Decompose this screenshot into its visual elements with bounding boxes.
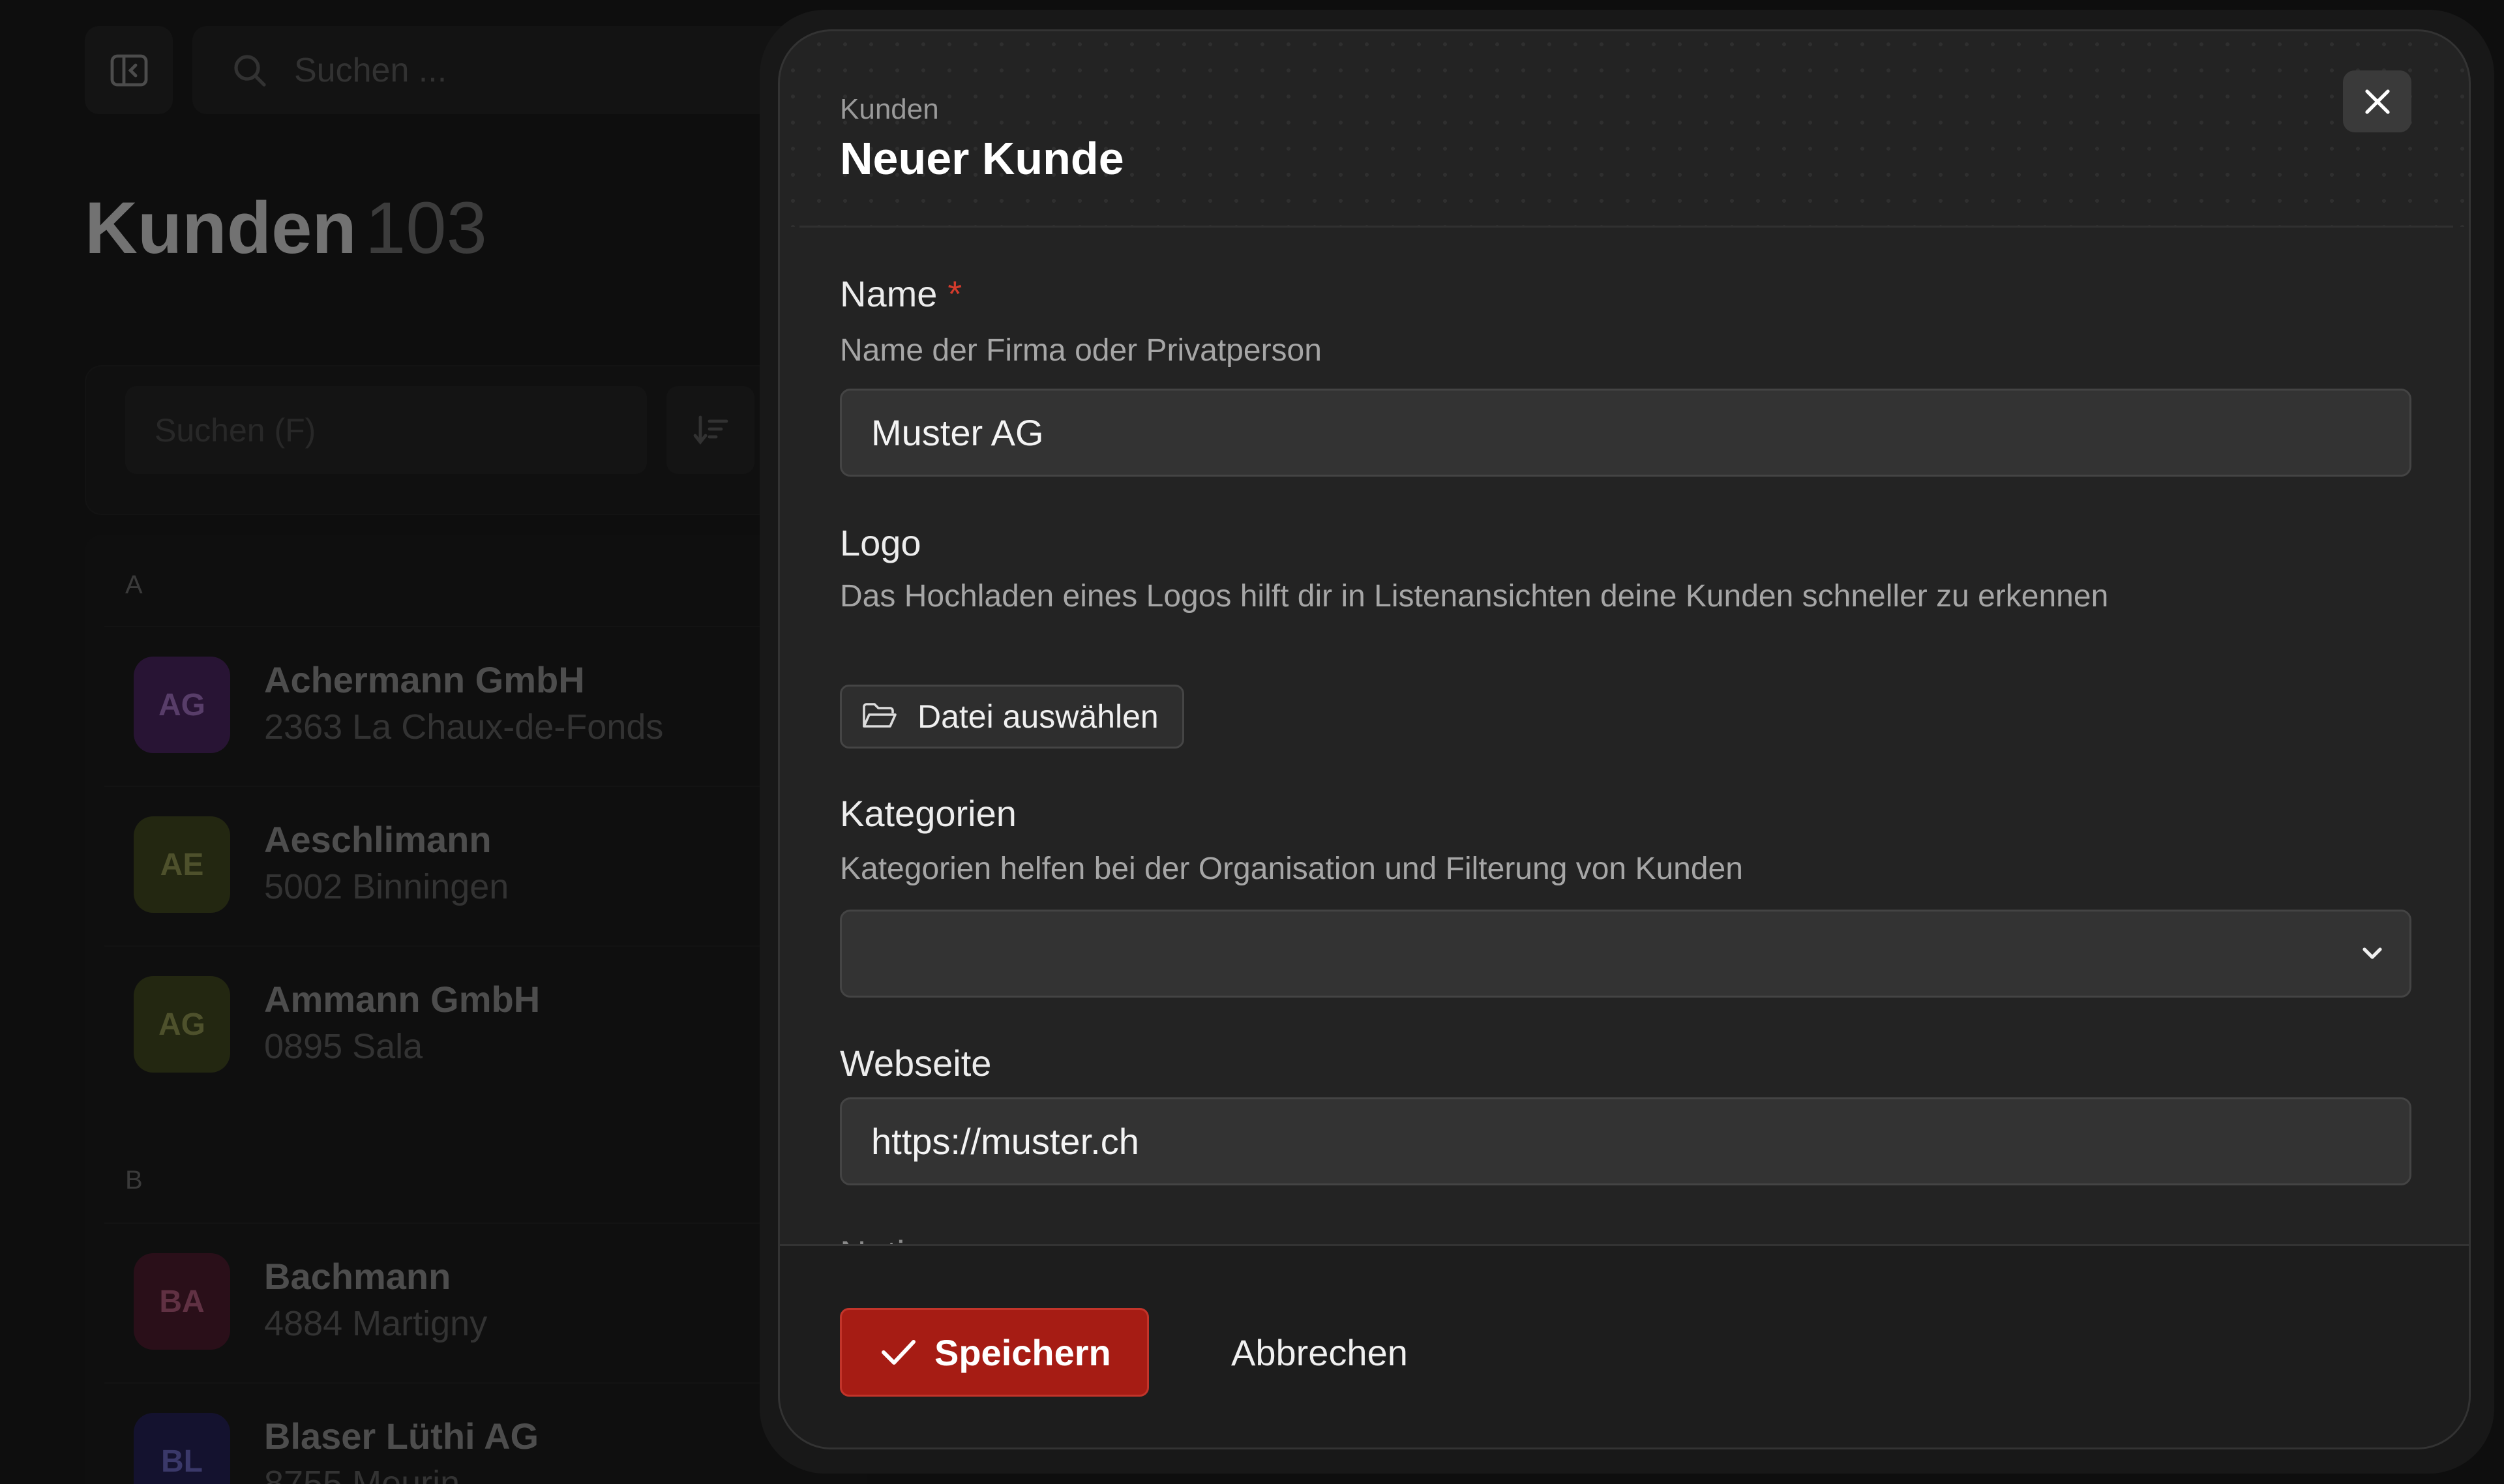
website-label: Webseite	[840, 1043, 992, 1084]
modal-title: Neuer Kunde	[840, 133, 1124, 184]
new-customer-dialog: Kunden Neuer Kunde Name * Name der Firma …	[778, 29, 2471, 1449]
folder-open-icon	[863, 703, 897, 728]
categories-select[interactable]	[840, 910, 2411, 998]
modal-header: Kunden Neuer Kunde	[780, 31, 2469, 227]
logo-label: Logo	[840, 522, 921, 563]
logo-help: Das Hochladen eines Logos hilft dir in L…	[840, 579, 2109, 614]
header-divider	[799, 226, 2453, 228]
name-label-text: Name	[840, 273, 938, 314]
name-help: Name der Firma oder Privatperson	[840, 333, 1322, 368]
chevron-down-icon	[2362, 947, 2382, 959]
breadcrumb: Kunden	[840, 93, 939, 125]
required-mark: *	[947, 273, 962, 314]
save-button[interactable]: Speichern	[840, 1308, 1149, 1397]
close-button[interactable]	[2343, 70, 2411, 132]
modal-footer: Speichern Abbrechen	[780, 1244, 2469, 1447]
check-icon	[882, 1340, 916, 1365]
website-input[interactable]: https://muster.ch	[840, 1097, 2411, 1185]
screen: Suchen ... Kunden 103 Suchen (F) A AG Ac…	[0, 0, 2504, 1484]
categories-label: Kategorien	[840, 793, 1017, 834]
choose-file-label: Datei auswählen	[917, 698, 1159, 735]
categories-help: Kategorien helfen bei der Organisation u…	[840, 852, 1743, 886]
name-label: Name *	[840, 273, 962, 315]
name-input[interactable]: Muster AG	[840, 389, 2411, 477]
save-label: Speichern	[934, 1331, 1111, 1373]
cancel-button[interactable]: Abbrechen	[1212, 1308, 1427, 1397]
choose-file-button[interactable]: Datei auswählen	[840, 685, 1184, 749]
close-icon	[2364, 89, 2390, 114]
